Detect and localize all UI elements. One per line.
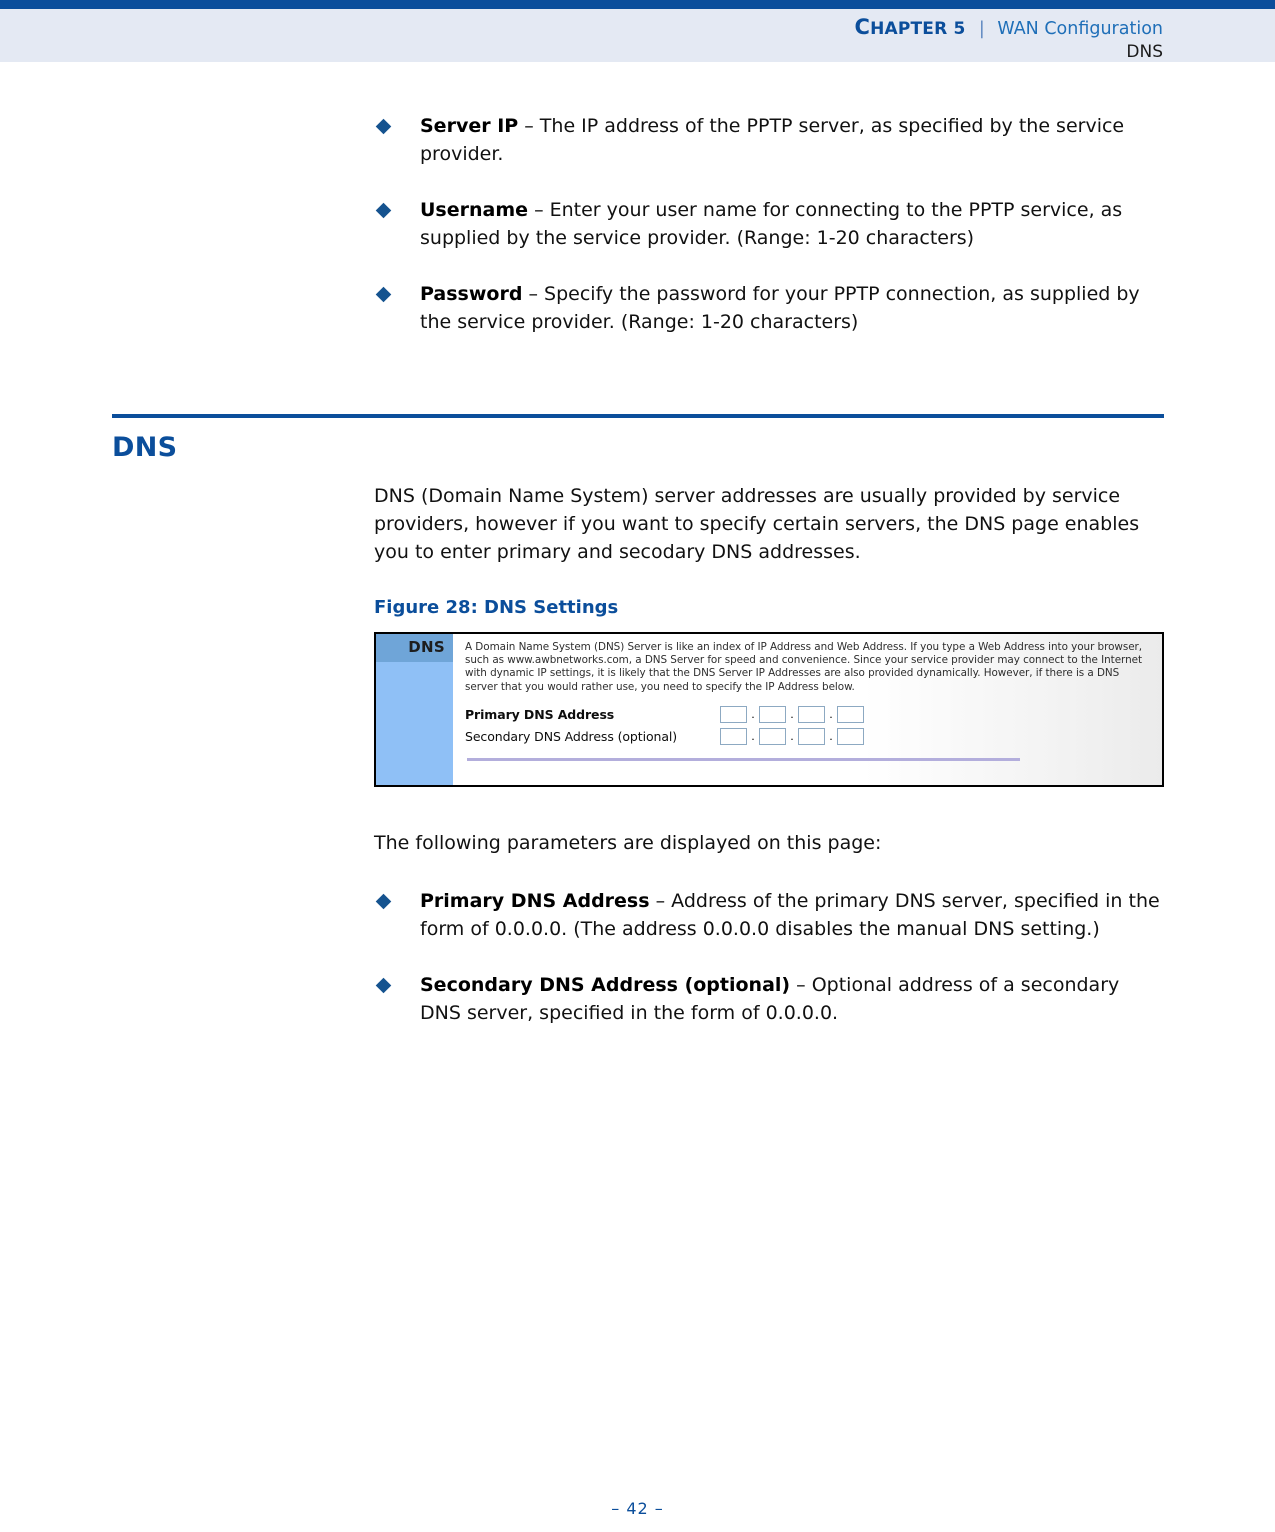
- bullet-dash: –: [528, 199, 550, 221]
- screenshot-form-divider: [467, 757, 1020, 761]
- secondary-dns-row: Secondary DNS Address (optional) . . .: [465, 727, 1152, 745]
- header-breadcrumb: CHAPTER 5 | WAN Configuration: [0, 9, 1163, 41]
- primary-dns-octet-2[interactable]: [759, 705, 786, 723]
- secondary-dns-octet-2[interactable]: [759, 727, 786, 745]
- page-footer: – 42 –: [0, 1499, 1275, 1518]
- bullet-term: Server IP: [420, 115, 519, 137]
- diamond-bullet-icon: [375, 893, 392, 910]
- bullet-dash: –: [649, 890, 672, 912]
- primary-dns-input-group[interactable]: . . .: [720, 705, 864, 723]
- chapter-label-rest: HAPTER 5: [870, 19, 966, 39]
- ip-separator-dot: .: [790, 729, 794, 743]
- header-chapter-title: WAN Configuration: [997, 19, 1163, 39]
- screenshot-sidebar-title: DNS: [376, 634, 453, 662]
- parameter-bullet-list: Primary DNS Address – Address of the pri…: [374, 887, 1164, 1027]
- dns-section-body: DNS (Domain Name System) server addresse…: [374, 482, 1164, 1027]
- primary-dns-octet-1[interactable]: [720, 705, 747, 723]
- chapter-label-cap: C: [854, 15, 871, 39]
- list-item: Secondary DNS Address (optional) – Optio…: [374, 971, 1164, 1027]
- header-separator: |: [978, 19, 985, 39]
- top-bullets-column: Server IP – The IP address of the PPTP s…: [374, 112, 1164, 336]
- ip-separator-dot: .: [790, 707, 794, 721]
- parameters-lead-text: The following parameters are displayed o…: [374, 832, 882, 854]
- diamond-bullet-icon: [375, 286, 392, 303]
- ip-separator-dot: .: [829, 729, 833, 743]
- primary-dns-label: Primary DNS Address: [465, 706, 615, 722]
- secondary-dns-octet-4[interactable]: [837, 727, 864, 745]
- list-item: Username – Enter your user name for conn…: [374, 196, 1164, 252]
- chapter-label: CHAPTER 5: [854, 15, 971, 39]
- section-divider-rule: [112, 414, 1164, 418]
- list-item: Password – Specify the password for your…: [374, 280, 1164, 336]
- screenshot-main-panel: A Domain Name System (DNS) Server is lik…: [453, 634, 1162, 785]
- secondary-dns-octet-3[interactable]: [798, 727, 825, 745]
- ip-separator-dot: .: [751, 707, 755, 721]
- bullet-dash: –: [518, 115, 540, 137]
- screenshot-description: A Domain Name System (DNS) Server is lik…: [465, 641, 1143, 693]
- spacer-top: [0, 62, 1275, 112]
- bullet-term: Password: [420, 283, 523, 305]
- dns-settings-screenshot: DNS A Domain Name System (DNS) Server is…: [374, 632, 1164, 787]
- secondary-dns-label: Secondary DNS Address (optional): [465, 728, 678, 744]
- primary-dns-octet-4[interactable]: [837, 705, 864, 723]
- screenshot-form: Primary DNS Address . . . Secondary DNS …: [465, 705, 1152, 745]
- list-item: Server IP – The IP address of the PPTP s…: [374, 112, 1164, 168]
- bullet-term: Primary DNS Address: [420, 890, 650, 912]
- ip-separator-dot: .: [829, 707, 833, 721]
- section-intro-paragraph: DNS (Domain Name System) server addresse…: [374, 485, 1140, 563]
- diamond-bullet-icon: [375, 118, 392, 135]
- page-content: Server IP – The IP address of the PPTP s…: [0, 62, 1275, 1027]
- secondary-dns-input-group[interactable]: . . .: [720, 727, 864, 745]
- secondary-dns-octet-1[interactable]: [720, 727, 747, 745]
- page-number: – 42 –: [611, 1499, 664, 1518]
- bullet-term: Username: [420, 199, 529, 221]
- spacer-before-section: [0, 336, 1275, 414]
- ip-separator-dot: .: [751, 729, 755, 743]
- page-header: CHAPTER 5 | WAN Configuration DNS: [0, 9, 1275, 62]
- primary-dns-row: Primary DNS Address . . .: [465, 705, 1152, 723]
- dns-section: DNS: [112, 414, 1164, 464]
- page-title: DNS: [112, 432, 178, 463]
- primary-dns-octet-3[interactable]: [798, 705, 825, 723]
- diamond-bullet-icon: [375, 202, 392, 219]
- header-section-name: DNS: [1126, 42, 1163, 62]
- figure-caption: Figure 28: DNS Settings: [374, 597, 619, 618]
- list-item: Primary DNS Address – Address of the pri…: [374, 887, 1164, 943]
- top-bullet-list: Server IP – The IP address of the PPTP s…: [374, 112, 1164, 336]
- bullet-dash: –: [522, 283, 545, 305]
- top-accent-bar: [0, 0, 1275, 9]
- after-figure-block: The following parameters are displayed o…: [374, 829, 1164, 1027]
- screenshot-sidebar: DNS: [376, 634, 453, 785]
- bullet-term: Secondary DNS Address (optional): [420, 974, 791, 996]
- diamond-bullet-icon: [375, 977, 392, 994]
- bullet-dash: –: [790, 974, 812, 996]
